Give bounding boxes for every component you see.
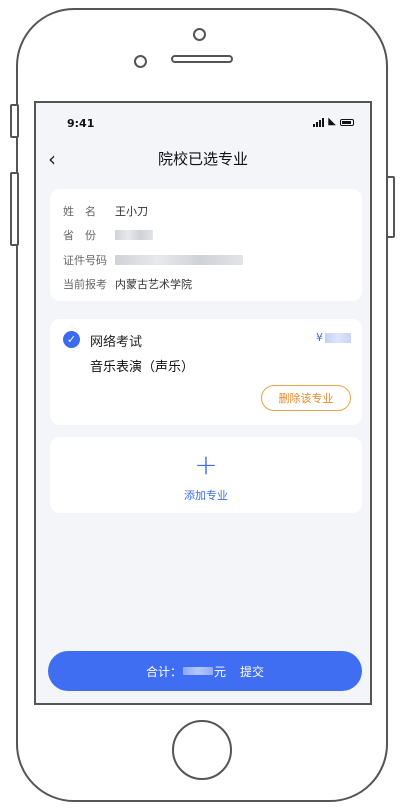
phone-side-button-left-top [10, 104, 19, 138]
add-major-card[interactable]: + 添加专业 [50, 437, 362, 513]
total-amount-redacted [182, 667, 213, 675]
selected-major-card: ✓ 网络考试 ¥ 音乐表演（声乐） 删除该专业 [50, 319, 362, 425]
delete-major-button[interactable]: 删除该专业 [261, 385, 351, 411]
camera-icon [193, 28, 206, 41]
app-screen: 9:41 ◣ ‹ 院校已选专业 姓 名 王小刀 省 份 证件号码 当前报考 内蒙… [34, 101, 372, 705]
status-bar: 9:41 ◣ [36, 103, 370, 139]
currency-symbol: ¥ [316, 331, 323, 344]
student-info-card: 姓 名 王小刀 省 份 证件号码 当前报考 内蒙古艺术学院 [50, 189, 362, 301]
add-major-label: 添加专业 [184, 489, 228, 502]
phone-side-button-left-bottom [10, 172, 19, 246]
exam-type: 网络考试 [90, 335, 143, 350]
major-price: ¥ [316, 331, 351, 344]
name-label: 姓 名 [63, 205, 96, 218]
id-row: 证件号码 [63, 252, 243, 268]
sensor-icon [134, 55, 147, 68]
name-row: 姓 名 王小刀 [63, 203, 148, 219]
status-time: 9:41 [67, 117, 95, 130]
page-title: 院校已选专业 [157, 150, 248, 168]
province-row: 省 份 [63, 227, 153, 243]
submit-button[interactable]: 合计： 元 提交 [48, 651, 362, 691]
province-label: 省 份 [63, 229, 96, 242]
price-value-redacted [325, 332, 351, 343]
wifi-icon: ◣ [328, 116, 336, 127]
total-label: 合计： [145, 664, 182, 679]
checkmark-icon[interactable]: ✓ [63, 331, 80, 348]
id-label: 证件号码 [63, 254, 107, 267]
school-label: 当前报考 [63, 278, 107, 291]
province-value-redacted [115, 230, 153, 240]
status-icons: ◣ [313, 117, 354, 127]
phone-side-button-right [386, 176, 395, 238]
total-unit: 元 [213, 664, 226, 679]
speaker-icon [171, 55, 233, 63]
school-value: 内蒙古艺术学院 [115, 278, 192, 291]
id-value-redacted [115, 255, 243, 265]
nav-bar: ‹ 院校已选专业 [36, 139, 370, 179]
submit-label: 提交 [240, 664, 265, 679]
battery-icon [340, 118, 354, 126]
school-row: 当前报考 内蒙古艺术学院 [63, 276, 192, 292]
name-value: 王小刀 [115, 205, 148, 218]
major-name: 音乐表演（声乐） [90, 360, 195, 375]
signal-icon [313, 117, 325, 127]
home-button[interactable] [172, 720, 232, 780]
plus-icon: + [194, 448, 218, 481]
